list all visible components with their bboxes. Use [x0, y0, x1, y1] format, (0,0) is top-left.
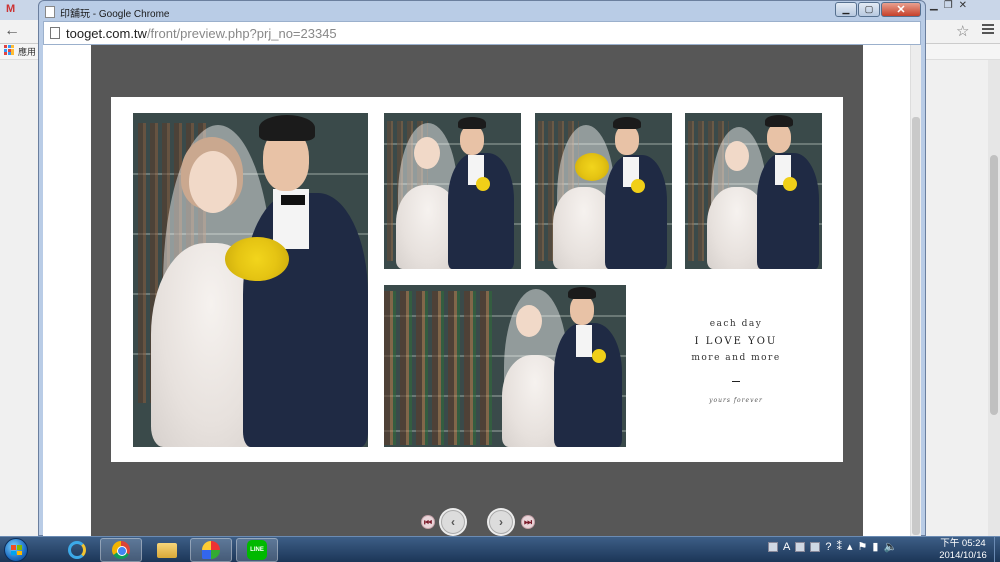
background-window-controls: ▁ ❐ ✕	[930, 0, 967, 11]
wedding-photo-small-2[interactable]	[535, 113, 672, 269]
windows-taskbar: LINE A ? ⁑ ▴ ⚑ ▮ 🔈 下午 05:24 2014/10/16	[0, 536, 1000, 562]
page-icon	[50, 27, 60, 39]
text-divider	[732, 381, 740, 382]
url-path: /front/preview.php?prj_no=23345	[146, 25, 337, 41]
taskbar-line[interactable]: LINE	[236, 538, 278, 562]
preview-popup-window: 印舖玩 - Google Chrome ▁ ▢ ✕ tooget.com.tw/…	[38, 0, 926, 537]
chevron-left-icon: ‹	[451, 515, 455, 529]
address-bar[interactable]: tooget.com.tw/front/preview.php?prj_no=2…	[43, 21, 921, 45]
tray-ime-icon[interactable]	[795, 541, 806, 552]
page-viewport: each day I LOVE YOU more and more yours …	[43, 45, 921, 537]
text-line-more-and-more: more and more	[691, 353, 781, 363]
album-spread: each day I LOVE YOU more and more yours …	[111, 97, 843, 462]
tray-keyboard-icon[interactable]	[810, 541, 821, 552]
previous-page-button[interactable]: ‹	[441, 510, 465, 534]
bookmark-star-icon[interactable]: ☆	[956, 22, 969, 40]
gmail-icon[interactable]: M	[6, 3, 15, 15]
minimize-button[interactable]: ▁	[835, 2, 857, 17]
close-icon: ✕	[896, 4, 906, 16]
taskbar-file-explorer[interactable]	[146, 538, 188, 562]
restore-icon[interactable]: ❐	[944, 0, 953, 11]
minimize-icon[interactable]: ▁	[930, 0, 938, 11]
close-icon[interactable]: ✕	[959, 0, 967, 11]
text-line-each-day: each day	[709, 319, 763, 329]
window-title: 印舖玩 - Google Chrome	[60, 8, 170, 20]
wedding-photo-medium[interactable]	[384, 285, 626, 447]
url-host: tooget.com.tw	[66, 25, 147, 41]
close-button[interactable]: ✕	[881, 2, 921, 17]
taskbar-paint[interactable]	[190, 538, 232, 562]
windows-logo-icon	[11, 545, 22, 555]
minimize-icon: ▁	[842, 4, 850, 14]
first-page-icon: ⏮	[423, 516, 433, 527]
apps-grid-icon[interactable]	[4, 45, 14, 55]
line-app-icon: LINE	[247, 540, 267, 560]
text-signature: yours forever	[709, 397, 763, 404]
input-language-indicator[interactable]: A	[783, 541, 790, 553]
background-scrollbar-thumb[interactable]	[990, 155, 998, 415]
window-titlebar: 印舖玩 - Google Chrome	[45, 4, 169, 20]
window-controls: ▁ ▢ ✕	[835, 2, 921, 17]
tray-app-icon[interactable]	[768, 541, 778, 552]
show-desktop-button[interactable]	[994, 537, 1000, 562]
help-icon[interactable]: ?	[825, 541, 831, 553]
preview-stage: each day I LOVE YOU more and more yours …	[91, 45, 863, 537]
wedding-photo-small-1[interactable]	[384, 113, 521, 269]
clock-time: 下午 05:24	[940, 538, 986, 549]
system-clock[interactable]: 下午 05:24 2014/10/16	[930, 538, 996, 562]
volume-icon[interactable]: 🔈	[883, 540, 897, 553]
maximize-icon: ▢	[864, 4, 874, 14]
internet-explorer-icon	[68, 541, 86, 559]
system-tray: A ? ⁑ ▴ ⚑ ▮ 🔈	[768, 540, 897, 553]
last-page-button[interactable]: ⏭	[521, 515, 535, 529]
url-text[interactable]: tooget.com.tw/front/preview.php?prj_no=2…	[66, 26, 337, 41]
folder-icon	[157, 542, 177, 558]
clock-date: 2014/10/16	[939, 550, 987, 561]
chrome-icon	[112, 541, 130, 559]
taskbar-internet-explorer[interactable]	[56, 538, 98, 562]
page-scrollbar-thumb[interactable]	[912, 117, 920, 535]
tray-settings-icon[interactable]: ⁑	[836, 540, 842, 553]
apps-label[interactable]: 應用	[18, 45, 36, 58]
wedding-photo-small-3[interactable]	[685, 113, 822, 269]
network-signal-icon[interactable]: ▮	[872, 540, 878, 553]
page-icon	[45, 6, 55, 18]
chrome-menu-icon[interactable]	[982, 24, 994, 36]
next-page-button[interactable]: ›	[489, 510, 513, 534]
wedding-photo-large[interactable]	[133, 113, 368, 447]
paint-palette-icon	[202, 541, 220, 559]
first-page-button[interactable]: ⏮	[421, 515, 435, 529]
maximize-button[interactable]: ▢	[858, 2, 880, 17]
chevron-right-icon: ›	[499, 515, 503, 529]
show-hidden-icons-chevron[interactable]: ▴	[847, 540, 853, 553]
taskbar-google-chrome[interactable]	[100, 538, 142, 562]
last-page-icon: ⏭	[523, 516, 533, 527]
back-arrow-icon[interactable]: ←	[4, 22, 20, 40]
album-text-panel: each day I LOVE YOU more and more yours …	[641, 287, 831, 447]
action-center-flag-icon[interactable]: ⚑	[858, 540, 868, 553]
text-line-i-love-you: I LOVE YOU	[694, 336, 778, 347]
